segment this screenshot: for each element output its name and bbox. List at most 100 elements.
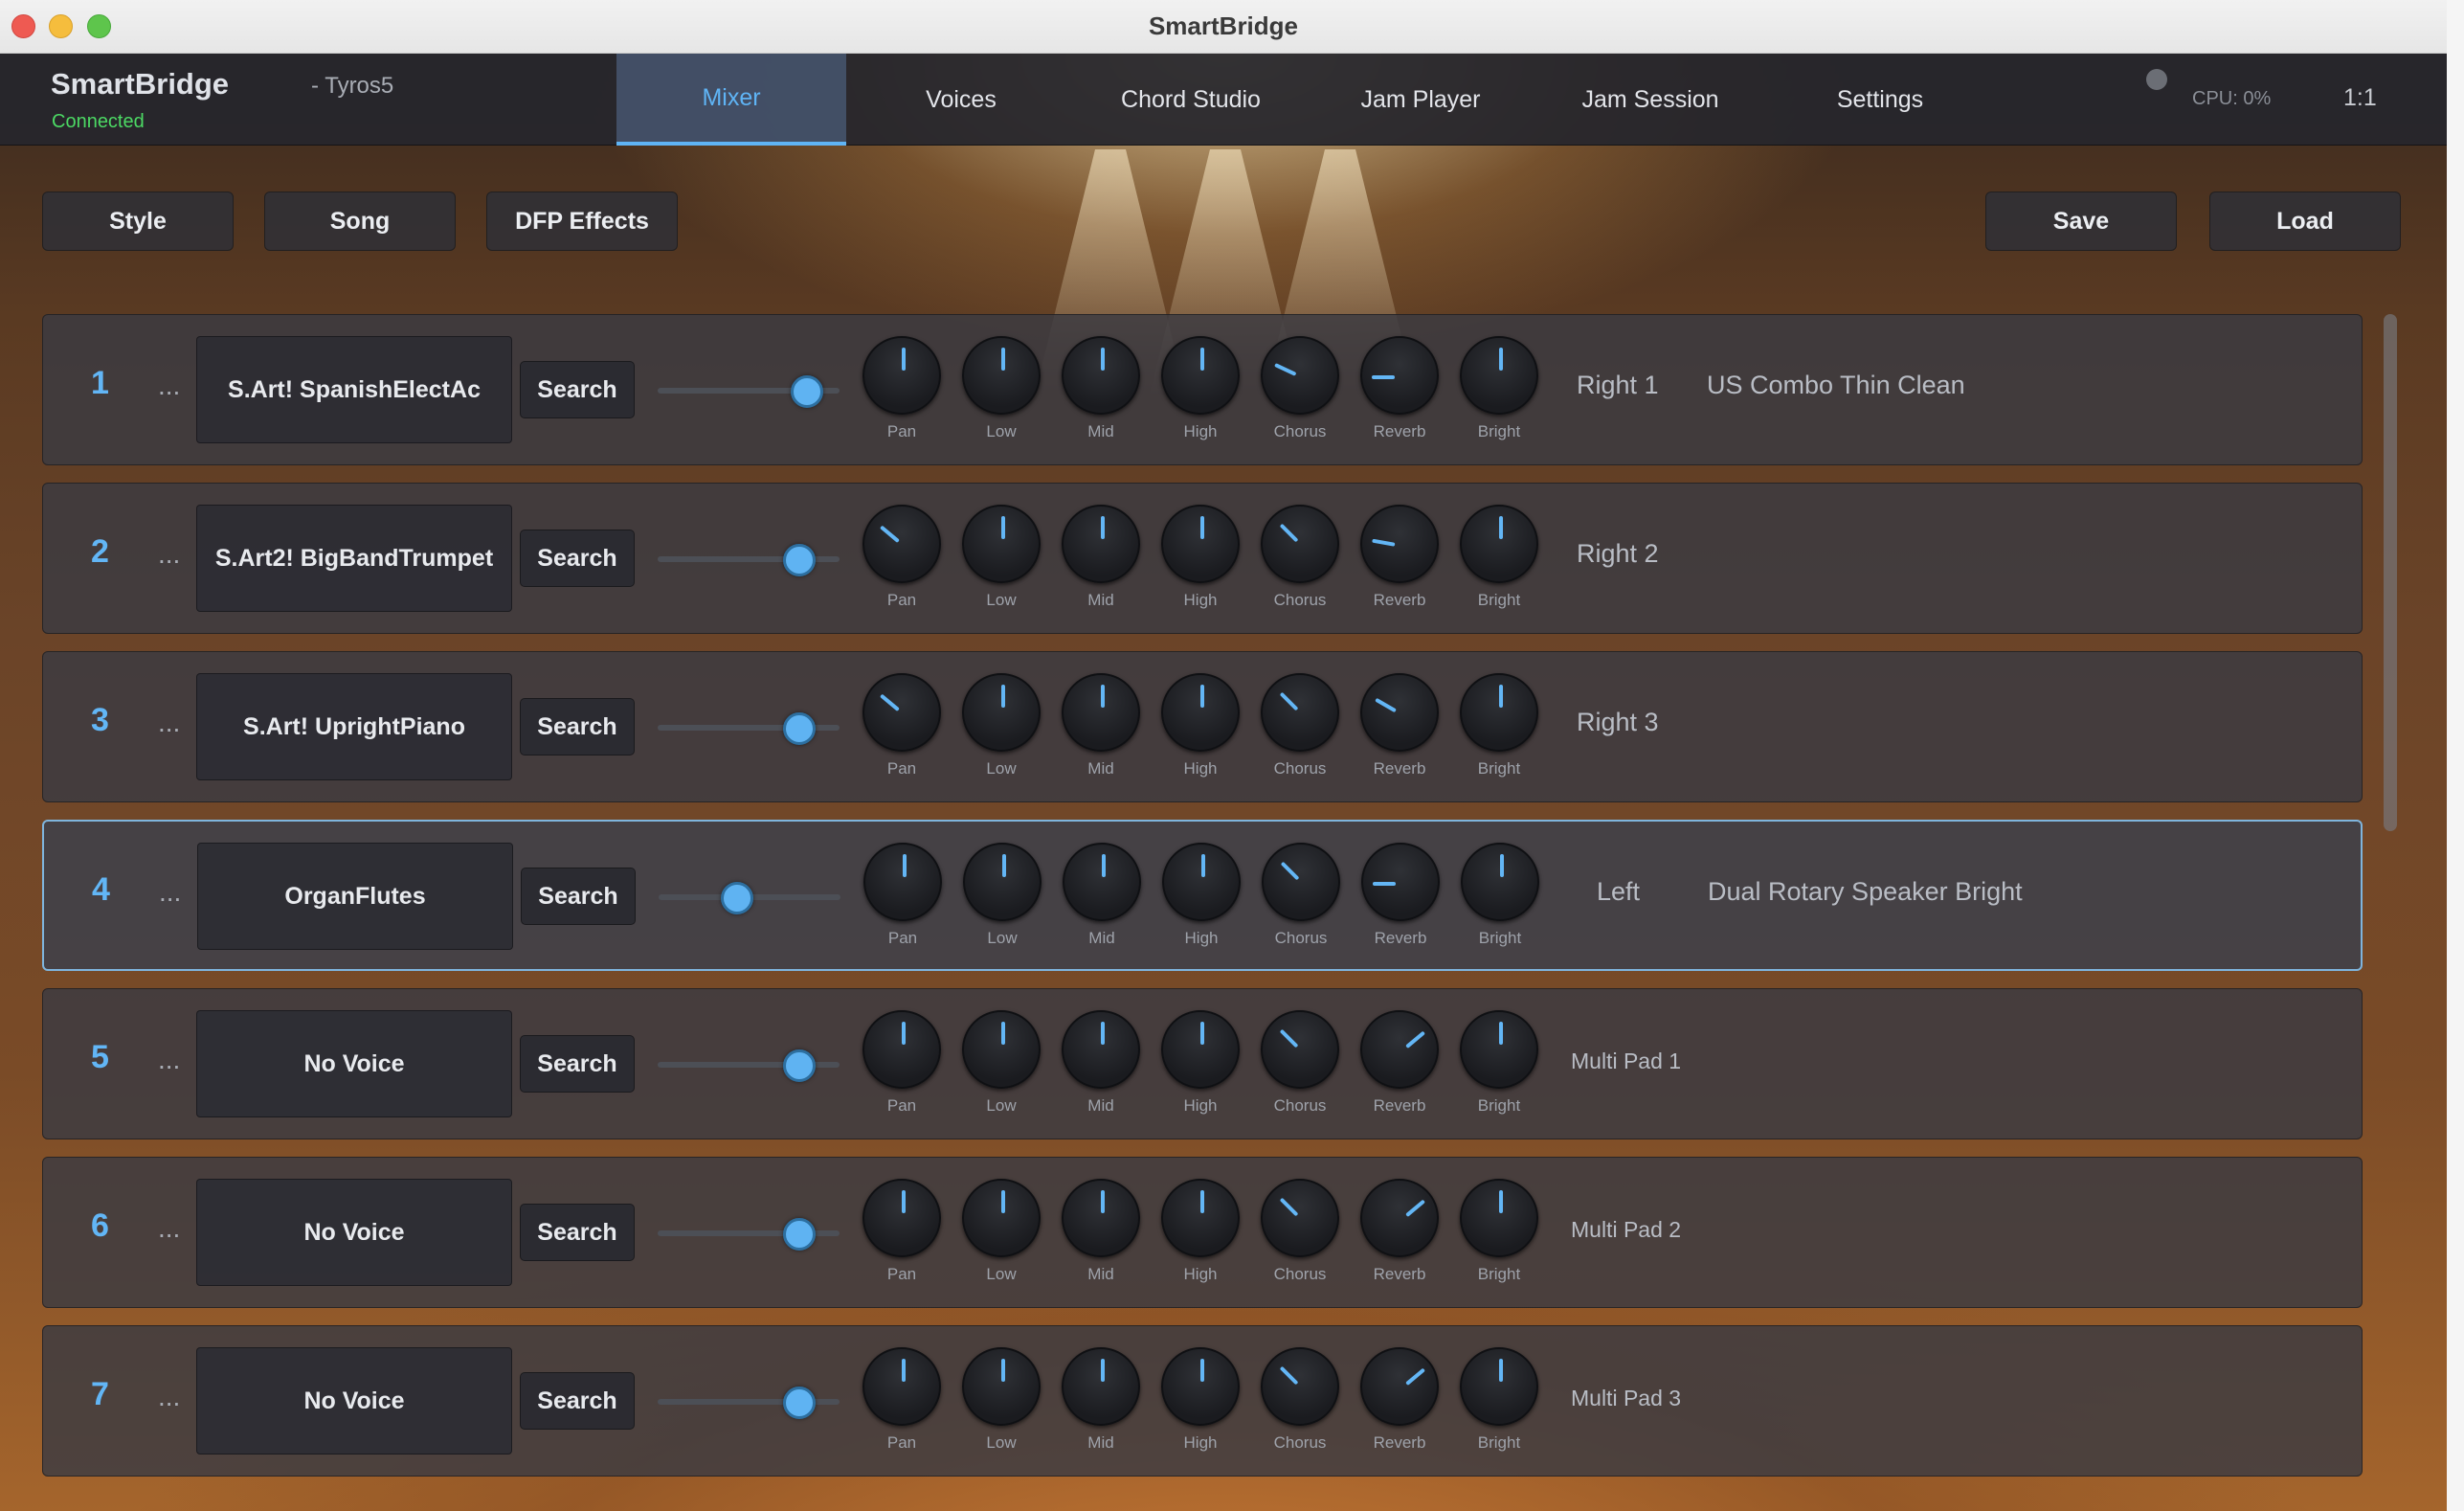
low-knob[interactable] [962,673,1041,752]
mixer-channel-row[interactable]: 4... OrganFlutes Search Pan Low Mid High Chorus… [42,820,2363,971]
vertical-scrollbar[interactable] [2384,314,2397,831]
channel-more-menu-icon[interactable]: ... [158,708,180,738]
mixer-channel-row[interactable]: 7... No Voice Search Pan Low Mid High Chorus Rev… [42,1325,2363,1477]
mixer-channel-row[interactable]: 6... No Voice Search Pan Low Mid High Chorus Rev… [42,1157,2363,1308]
low-knob[interactable] [962,1347,1041,1426]
tab-jam-session[interactable]: Jam Session [1535,54,1765,146]
voice-search-button[interactable]: Search [520,698,635,756]
channel-more-menu-icon[interactable]: ... [158,371,180,401]
high-knob[interactable] [1161,1179,1240,1257]
low-knob[interactable] [962,1179,1041,1257]
volume-slider-thumb[interactable] [783,1218,817,1251]
mixer-channel-row[interactable]: 1... S.Art! SpanishElectAc Search Pan Low Mid… [42,314,2363,465]
reverb-knob[interactable] [1360,1010,1439,1089]
tab-mixer[interactable]: Mixer [616,54,846,146]
tab-settings[interactable]: Settings [1765,54,1995,146]
song-button[interactable]: Song [264,192,456,251]
volume-slider-thumb[interactable] [790,375,823,408]
style-button[interactable]: Style [42,192,234,251]
reverb-knob[interactable] [1360,673,1439,752]
reverb-knob[interactable] [1360,505,1439,583]
high-knob[interactable] [1162,843,1241,921]
volume-slider-thumb[interactable] [783,1387,817,1419]
pan-knob[interactable] [862,1179,941,1257]
high-knob[interactable] [1161,673,1240,752]
close-window-button[interactable] [11,14,35,38]
zoom-ratio[interactable]: 1:1 [2343,84,2377,112]
bright-knob[interactable] [1460,1179,1538,1257]
save-button[interactable]: Save [1985,192,2177,251]
voice-name[interactable]: S.Art! UprightPiano [196,673,512,780]
bright-knob[interactable] [1460,336,1538,415]
low-knob[interactable] [962,336,1041,415]
high-knob[interactable] [1161,505,1240,583]
reverb-knob[interactable] [1361,843,1440,921]
volume-slider-thumb[interactable] [720,882,753,914]
voice-name[interactable]: S.Art2! BigBandTrumpet [196,505,512,612]
high-knob[interactable] [1161,1010,1240,1089]
minimize-window-button[interactable] [49,14,73,38]
bright-knob[interactable] [1460,1347,1538,1426]
chorus-knob[interactable] [1262,843,1340,921]
zoom-window-button[interactable] [87,14,111,38]
dsp-effect-name[interactable]: Dual Rotary Speaker Bright [1708,877,2023,907]
voice-search-button[interactable]: Search [520,1372,635,1430]
volume-slider-thumb[interactable] [783,712,817,745]
low-knob[interactable] [963,843,1042,921]
mid-knob[interactable] [1062,505,1140,583]
chorus-knob[interactable] [1261,1347,1339,1426]
high-knob[interactable] [1161,1347,1240,1426]
channel-more-menu-icon[interactable]: ... [158,1045,180,1075]
tab-jam-player[interactable]: Jam Player [1306,54,1535,146]
voice-name[interactable]: No Voice [196,1010,512,1117]
dsp-effect-name[interactable]: US Combo Thin Clean [1707,371,1965,400]
pan-knob[interactable] [862,336,941,415]
low-knob[interactable] [962,1010,1041,1089]
reverb-knob[interactable] [1360,1347,1439,1426]
mid-knob[interactable] [1062,1347,1140,1426]
chorus-knob[interactable] [1261,1179,1339,1257]
chorus-knob[interactable] [1261,673,1339,752]
chorus-knob[interactable] [1261,336,1339,415]
bright-knob[interactable] [1460,673,1538,752]
pan-knob[interactable] [862,1010,941,1089]
load-button[interactable]: Load [2209,192,2401,251]
dfp-effects-button[interactable]: DFP Effects [486,192,678,251]
mid-knob[interactable] [1062,336,1140,415]
mixer-channel-row[interactable]: 2... S.Art2! BigBandTrumpet Search Pan Low Mi… [42,483,2363,634]
mid-knob[interactable] [1062,1179,1140,1257]
tab-chord-studio[interactable]: Chord Studio [1076,54,1306,146]
mid-knob[interactable] [1062,673,1140,752]
pan-knob[interactable] [863,843,942,921]
voice-name[interactable]: OrganFlutes [197,843,513,950]
high-knob[interactable] [1161,336,1240,415]
channel-more-menu-icon[interactable]: ... [159,877,181,908]
mid-knob[interactable] [1063,843,1141,921]
chorus-knob[interactable] [1261,1010,1339,1089]
reverb-knob[interactable] [1360,336,1439,415]
voice-name[interactable]: S.Art! SpanishElectAc [196,336,512,443]
bright-knob[interactable] [1461,843,1539,921]
volume-slider-thumb[interactable] [783,544,817,576]
voice-name[interactable]: No Voice [196,1347,512,1455]
voice-search-button[interactable]: Search [520,1035,635,1093]
chorus-knob[interactable] [1261,505,1339,583]
channel-more-menu-icon[interactable]: ... [158,539,180,570]
low-knob[interactable] [962,505,1041,583]
pan-knob[interactable] [862,673,941,752]
voice-search-button[interactable]: Search [520,1204,635,1261]
volume-slider-thumb[interactable] [783,1049,817,1082]
channel-more-menu-icon[interactable]: ... [158,1382,180,1412]
bright-knob[interactable] [1460,1010,1538,1089]
mixer-channel-row[interactable]: 5... No Voice Search Pan Low Mid High Chorus Rev… [42,988,2363,1139]
mixer-channel-row[interactable]: 3... S.Art! UprightPiano Search Pan Low Mid Hi… [42,651,2363,802]
tab-voices[interactable]: Voices [846,54,1076,146]
voice-name[interactable]: No Voice [196,1179,512,1286]
voice-search-button[interactable]: Search [520,530,635,587]
reverb-knob[interactable] [1360,1179,1439,1257]
bright-knob[interactable] [1460,505,1538,583]
pan-knob[interactable] [862,505,941,583]
pan-knob[interactable] [862,1347,941,1426]
voice-search-button[interactable]: Search [520,361,635,418]
voice-search-button[interactable]: Search [521,868,636,925]
